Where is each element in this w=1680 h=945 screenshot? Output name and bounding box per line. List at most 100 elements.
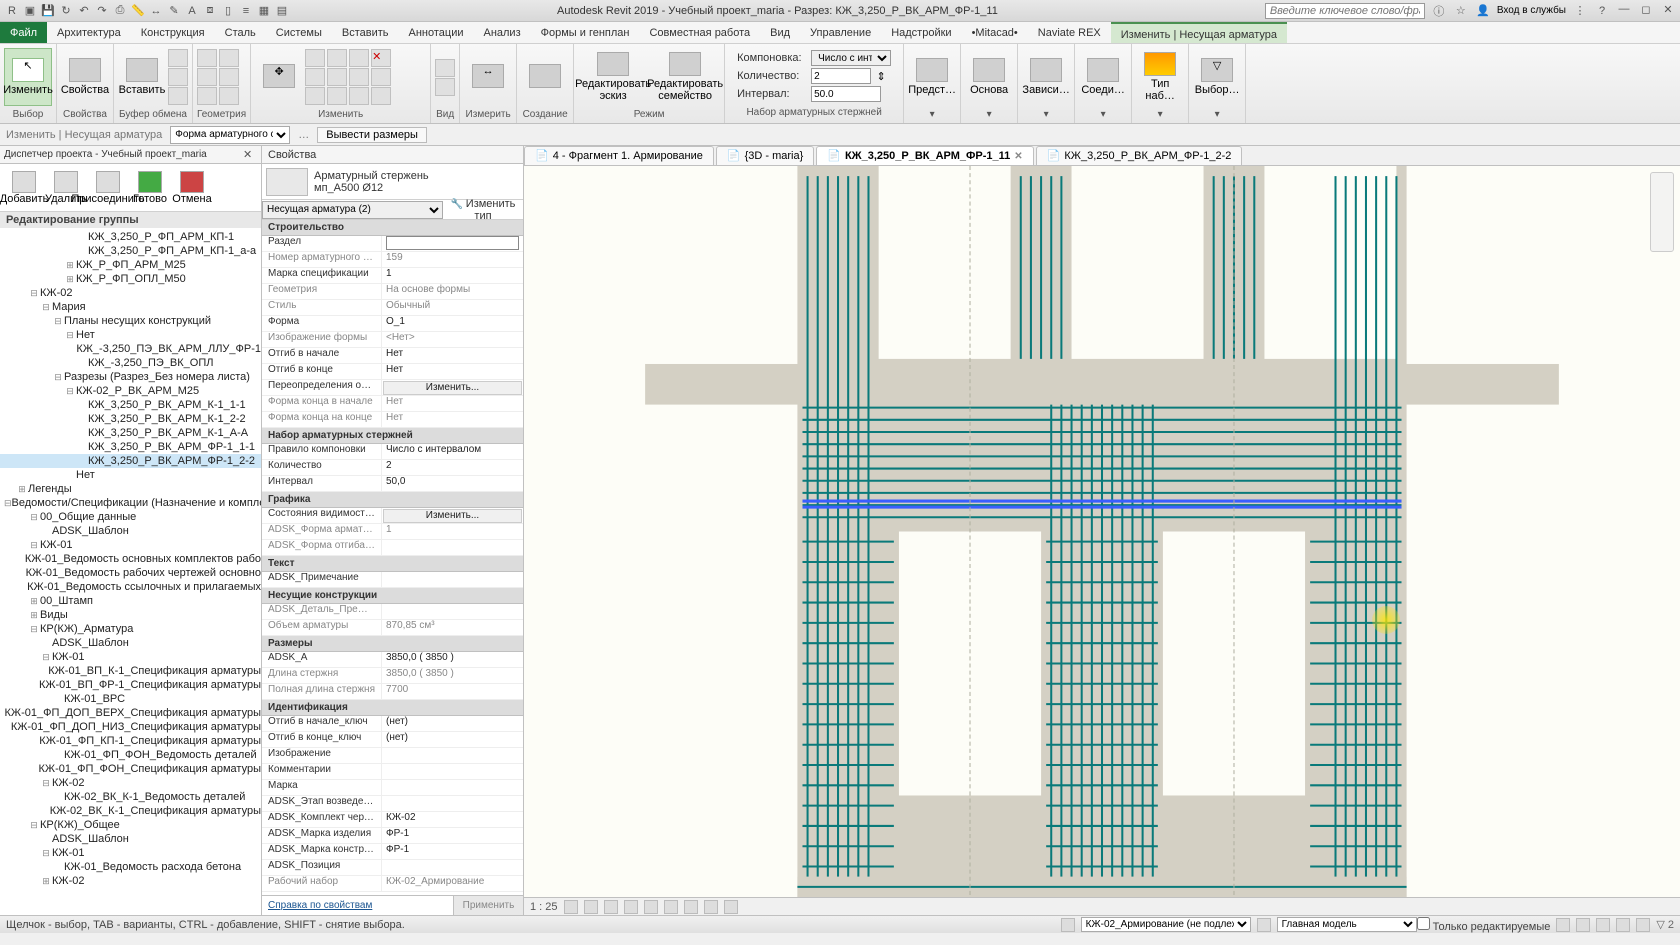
ribbon-tab[interactable]: Системы [266,22,332,43]
panel-drop[interactable]: ▾ [1193,108,1241,121]
panel-drop[interactable]: ▾ [908,108,956,121]
open-icon[interactable]: ▣ [22,3,38,19]
panel-drop[interactable]: ▾ [1136,108,1184,121]
tree-item[interactable]: КЖ-01_Ведомость основных комплектов рабо [0,552,261,566]
properties-help-link[interactable]: Справка по свойствам [262,896,453,915]
instance-filter[interactable]: Несущая арматура (2) [262,201,443,219]
tree-item[interactable]: ⊞00_Штамп [0,594,261,608]
scale-icon[interactable] [349,68,369,86]
layout-select[interactable]: Число с инт… [811,50,891,66]
property-row[interactable]: ADSK_Марка изделияФР-1 [262,828,523,844]
tree-item[interactable]: КЖ-01_ФП_ДОП_ВЕРХ_Спецификация арматуры [0,706,261,720]
panel-drop[interactable]: ▾ [1079,108,1127,121]
property-row[interactable]: Правило компоновкиЧисло с интервалом [262,444,523,460]
tree-item[interactable]: ⊟КЖ-01 [0,538,261,552]
tree-item[interactable]: ⊞Виды [0,608,261,622]
editable-only-checkbox[interactable]: Только редактируемые [1417,917,1551,933]
property-category[interactable]: Текст [262,556,523,572]
demolish-icon[interactable] [371,87,391,105]
property-row[interactable]: ФормаО_1 [262,316,523,332]
tag-icon[interactable]: ✎ [166,3,182,19]
text-icon[interactable]: A [184,3,200,19]
property-row[interactable]: Переопределения округле…Изменить... [262,380,523,396]
group-icon[interactable] [371,68,391,86]
edit-family-button[interactable]: Редактировать семейство [650,48,720,106]
tree-item[interactable]: ⊞КЖ_Р_ФП_АРМ_М25 [0,258,261,272]
view-icon[interactable] [435,59,455,77]
property-row[interactable]: Отгиб в началеНет [262,348,523,364]
view-scale[interactable]: 1 : 25 [530,901,558,913]
property-category[interactable]: Несущие конструкции [262,588,523,604]
ellipsis-button[interactable]: … [298,129,309,141]
join-icon[interactable] [197,87,217,105]
spacing-input[interactable] [811,86,881,102]
sync-icon[interactable]: ↻ [58,3,74,19]
star-icon[interactable]: ☆ [1453,3,1469,19]
panel-drop[interactable]: ▾ [1022,108,1070,121]
design-options-icon[interactable] [1257,918,1271,932]
search-input[interactable] [1265,3,1425,19]
properties-grid[interactable]: СтроительствоРазделНомер арматурного сте… [262,220,523,895]
view-tab[interactable]: 📄КЖ_3,250_Р_ВК_АРМ_ФР-1_2-2 [1036,146,1243,165]
temp-hide-icon[interactable] [704,900,718,914]
geom3-icon[interactable] [219,87,239,105]
crop-region-icon[interactable] [664,900,678,914]
infocenter-icon[interactable]: ⓘ [1431,3,1447,19]
ribbon-tab[interactable]: Naviate REX [1028,22,1111,43]
ribbon-tab[interactable]: Аннотации [399,22,474,43]
select-pinned-icon[interactable] [1596,918,1610,932]
tree-item[interactable]: КЖ-01_Ведомость рабочих чертежей основно [0,566,261,580]
property-row[interactable]: Форма конца в началеНет [262,396,523,412]
tree-item[interactable]: ⊟Нет [0,328,261,342]
close-icon[interactable]: ✕ [1660,3,1676,19]
spinner-icon[interactable]: ⇕ [875,70,887,83]
geom2-icon[interactable] [219,68,239,86]
tree-item[interactable]: ⊟Разрезы (Разрез_Без номера листа) [0,370,261,384]
close-views-icon[interactable]: ▦ [256,3,272,19]
login-link[interactable]: Вход в службы [1497,5,1566,16]
tree-item[interactable]: КЖ-01_Ведомость ссылочных и прилагаемых [0,580,261,594]
host-button[interactable]: Основа [965,48,1013,106]
property-row[interactable]: ADSK_Форма отгибами [262,540,523,556]
tree-item[interactable]: ADSK_Шаблон [0,636,261,650]
mirror-icon[interactable] [305,68,325,86]
property-row[interactable]: Рабочий наборКЖ-02_Армирование [262,876,523,892]
tree-item[interactable]: ⊟КЖ-01 [0,846,261,860]
rebar-shape-select[interactable]: Форма арматурного сте [170,126,290,144]
tree-item[interactable]: КЖ-02_ВК_К-1_Ведомость деталей [0,790,261,804]
sun-path-icon[interactable] [604,900,618,914]
tree-item[interactable]: ⊟Планы несущих конструкций [0,314,261,328]
shadows-icon[interactable] [624,900,638,914]
tree-item[interactable]: ADSK_Шаблон [0,524,261,538]
property-row[interactable]: Длина стержня3850,0 ( 3850 ) [262,668,523,684]
print-icon[interactable]: ⎙ [112,3,128,19]
view-tab[interactable]: 📄КЖ_3,250_Р_ВК_АРМ_ФР-1_11✕ [816,146,1033,165]
restore-icon[interactable]: ◻ [1638,3,1654,19]
pb-tool-добавить[interactable]: Добавить [4,167,44,209]
trim-icon[interactable] [305,87,325,105]
split-icon[interactable] [327,87,347,105]
tree-item[interactable]: КЖ-01_Ведомость расхода бетона [0,860,261,874]
property-row[interactable]: Комментарии [262,764,523,780]
pin-icon[interactable] [349,87,369,105]
modify-button[interactable]: ↖Изменить [4,48,52,106]
property-row[interactable]: Количество2 [262,460,523,476]
property-category[interactable]: Графика [262,492,523,508]
ribbon-tab[interactable]: Вставить [332,22,399,43]
tree-item[interactable]: КЖ_3,250_Р_ВК_АРМ_К-1_1-1 [0,398,261,412]
view-tab[interactable]: 📄4 - Фрагмент 1. Армирование [524,146,714,165]
reveal-hidden-icon[interactable] [724,900,738,914]
lock-3d-icon[interactable] [684,900,698,914]
array-icon[interactable] [349,49,369,67]
property-row[interactable]: Отгиб в начале_ключ(нет) [262,716,523,732]
switch-windows-icon[interactable]: ▤ [274,3,290,19]
undo-icon[interactable]: ↶ [76,3,92,19]
property-row[interactable]: Номер арматурного стерж…159 [262,252,523,268]
help-icon[interactable]: ? [1594,3,1610,19]
property-row[interactable]: Состояния видимости видаИзменить... [262,508,523,524]
constraint-button[interactable]: Зависи… [1022,48,1070,106]
property-row[interactable]: ADSK_А3850,0 ( 3850 ) [262,652,523,668]
thin-lines-icon[interactable]: ≡ [238,3,254,19]
properties-button[interactable]: Свойства [61,48,109,106]
panel-drop[interactable]: ▾ [965,108,1013,121]
